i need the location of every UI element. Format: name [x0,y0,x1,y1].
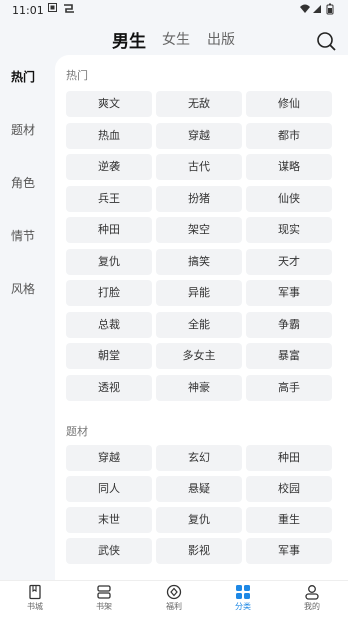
tag-button[interactable]: 争霸 [246,311,332,338]
sidebar-item-plot[interactable]: 情节 [0,227,46,244]
tag-button[interactable]: 玄幻 [156,445,242,471]
nav-item-bookshelf[interactable]: 书架 [74,584,134,612]
tag-button[interactable]: 天才 [246,248,332,275]
tag-button[interactable]: 武侠 [66,538,152,564]
bottom-nav: 书城 书架 福利 分类 我的 [0,580,348,619]
tag-button[interactable]: 复仇 [66,248,152,275]
tag-button[interactable]: 军事 [246,538,332,564]
book-icon [29,584,41,600]
tag-button[interactable]: 谋略 [246,154,332,180]
tag-button[interactable]: 同人 [66,476,152,502]
battery-icon [326,3,334,15]
tag-button[interactable]: 种田 [66,217,152,243]
tag-button[interactable]: 逆袭 [66,154,152,180]
wifi-icon [300,4,310,13]
tag-button[interactable]: 悬疑 [156,476,242,502]
sidebar-item-style[interactable]: 风格 [0,280,46,297]
nav-item-welfare[interactable]: 福利 [144,584,204,612]
section-title-hot: 热门 [66,69,88,82]
tag-button[interactable]: 异能 [156,280,242,306]
tag-button[interactable]: 现实 [246,217,332,243]
bookshelf-icon [97,585,111,599]
status-right-icons [298,3,338,18]
tag-button[interactable]: 热血 [66,122,152,149]
tag-button[interactable]: 无敌 [156,91,242,117]
tag-button[interactable]: 高手 [246,374,332,401]
tag-button[interactable]: 穿越 [156,122,242,149]
tag-button[interactable]: 复仇 [156,507,242,533]
tag-button[interactable]: 神豪 [156,374,242,401]
tag-button[interactable]: 透视 [66,374,152,401]
app-icon [63,3,75,17]
tag-button[interactable]: 搞笑 [156,248,242,275]
tag-button[interactable]: 军事 [246,280,332,306]
header: 男生 女生 出版 [0,22,348,58]
tag-button[interactable]: 打脸 [66,280,152,306]
tag-button[interactable]: 种田 [246,445,332,471]
notification-icon [48,3,57,15]
tag-button[interactable]: 穿越 [66,445,152,471]
tag-button[interactable]: 都市 [246,122,332,149]
category-sidebar: 热门 题材 角色 情节 风格 [0,58,54,580]
category-icon [236,585,250,599]
gift-icon [166,584,182,600]
tag-button[interactable]: 仙侠 [246,185,332,212]
tag-button[interactable]: 暴富 [246,343,332,369]
sidebar-item-character[interactable]: 角色 [0,174,46,191]
tag-button[interactable]: 校园 [246,476,332,502]
tag-button[interactable]: 重生 [246,507,332,533]
sidebar-item-theme[interactable]: 题材 [0,121,46,138]
tag-button[interactable]: 影视 [156,538,242,564]
tab-female[interactable]: 女生 [162,29,190,49]
tag-button[interactable]: 修仙 [246,91,332,117]
signal-icon [313,5,321,13]
tag-button[interactable]: 末世 [66,507,152,533]
nav-item-profile[interactable]: 我的 [282,584,342,612]
tag-button[interactable]: 兵王 [66,185,152,212]
nav-item-bookstore[interactable]: 书城 [5,584,65,612]
tag-button[interactable]: 架空 [156,217,242,243]
tag-button[interactable]: 全能 [156,311,242,338]
status-time: 11:01 [12,4,44,17]
nav-item-category[interactable]: 分类 [213,584,273,612]
tag-content-panel: 热门 爽文 无敌 修仙 热血 穿越 都市 逆袭 古代 谋略 兵王 扮猪 仙侠 种田 架空 现实 复仇 搞笑 天才打… [55,55,348,580]
section-title-theme: 题材 [66,425,88,438]
tag-button[interactable]: 多女主 [156,343,242,369]
tab-male[interactable]: 男生 [112,27,146,52]
tag-button[interactable]: 扮猪 [156,185,242,212]
tab-publish[interactable]: 出版 [207,29,235,49]
profile-icon [305,585,319,600]
search-icon[interactable] [316,31,336,51]
tag-button[interactable]: 古代 [156,154,242,180]
tag-button[interactable]: 爽文 [66,91,152,117]
sidebar-item-hot[interactable]: 热门 [0,68,46,85]
tag-button[interactable]: 总裁 [66,311,152,338]
status-bar: 11:01 [0,0,348,22]
tag-button[interactable]: 朝堂 [66,343,152,369]
